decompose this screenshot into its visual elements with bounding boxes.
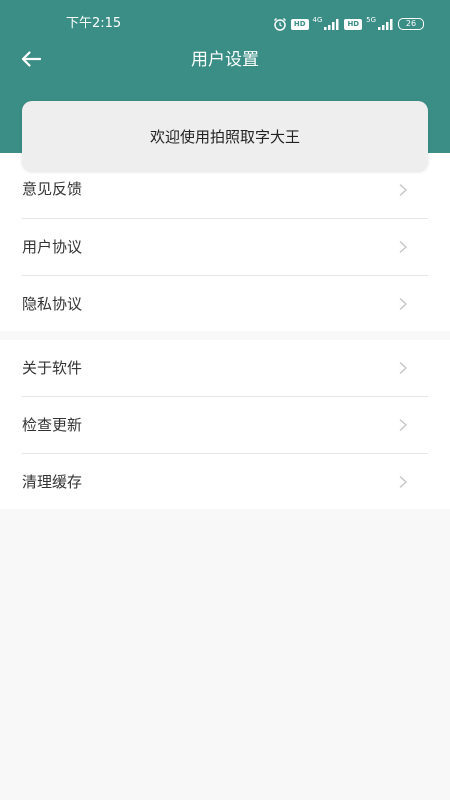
chevron-right-icon bbox=[399, 184, 407, 196]
list-item-user-agreement[interactable]: 用户协议 bbox=[0, 219, 450, 275]
welcome-text: 欢迎使用拍照取字大王 bbox=[149, 127, 300, 146]
signal-icon-2 bbox=[378, 18, 393, 30]
hd-icon: HD bbox=[290, 18, 309, 30]
battery-icon: 26 bbox=[398, 18, 424, 30]
status-bar: 下午2:15 HD 4G HD 5G 26 bbox=[0, 0, 450, 44]
network-5g-label: 5G bbox=[366, 16, 376, 24]
chevron-right-icon bbox=[399, 298, 407, 310]
list-item-label: 意见反馈 bbox=[22, 180, 83, 198]
status-icons: HD 4G HD 5G 26 bbox=[273, 16, 424, 32]
chevron-right-icon bbox=[399, 362, 407, 374]
network-4g-label: 4G bbox=[312, 16, 323, 24]
settings-group-2: 关于软件 检查更新 清理缓存 bbox=[0, 340, 450, 509]
list-item-label: 隐私协议 bbox=[22, 295, 83, 313]
list-item-label: 检查更新 bbox=[22, 416, 83, 434]
signal-icon bbox=[324, 18, 339, 30]
chevron-right-icon bbox=[399, 419, 407, 431]
list-item-label: 用户协议 bbox=[22, 238, 83, 256]
hd-icon-2: HD bbox=[344, 18, 363, 30]
list-item-label: 关于软件 bbox=[22, 359, 83, 377]
settings-group-1: 意见反馈 用户协议 隐私协议 bbox=[0, 153, 450, 331]
chevron-right-icon bbox=[399, 476, 407, 488]
list-item-label: 清理缓存 bbox=[22, 473, 83, 491]
nav-bar: 用户设置 bbox=[0, 40, 450, 80]
list-item-clear-cache[interactable]: 清理缓存 bbox=[0, 454, 450, 509]
welcome-card: 欢迎使用拍照取字大王 bbox=[22, 101, 428, 171]
list-item-about[interactable]: 关于软件 bbox=[0, 340, 450, 396]
list-item-privacy-agreement[interactable]: 隐私协议 bbox=[0, 276, 450, 331]
page-title: 用户设置 bbox=[191, 50, 259, 70]
alarm-icon bbox=[273, 18, 286, 31]
status-time: 下午2:15 bbox=[66, 16, 122, 31]
list-item-check-update[interactable]: 检查更新 bbox=[0, 397, 450, 453]
chevron-right-icon bbox=[399, 241, 407, 253]
